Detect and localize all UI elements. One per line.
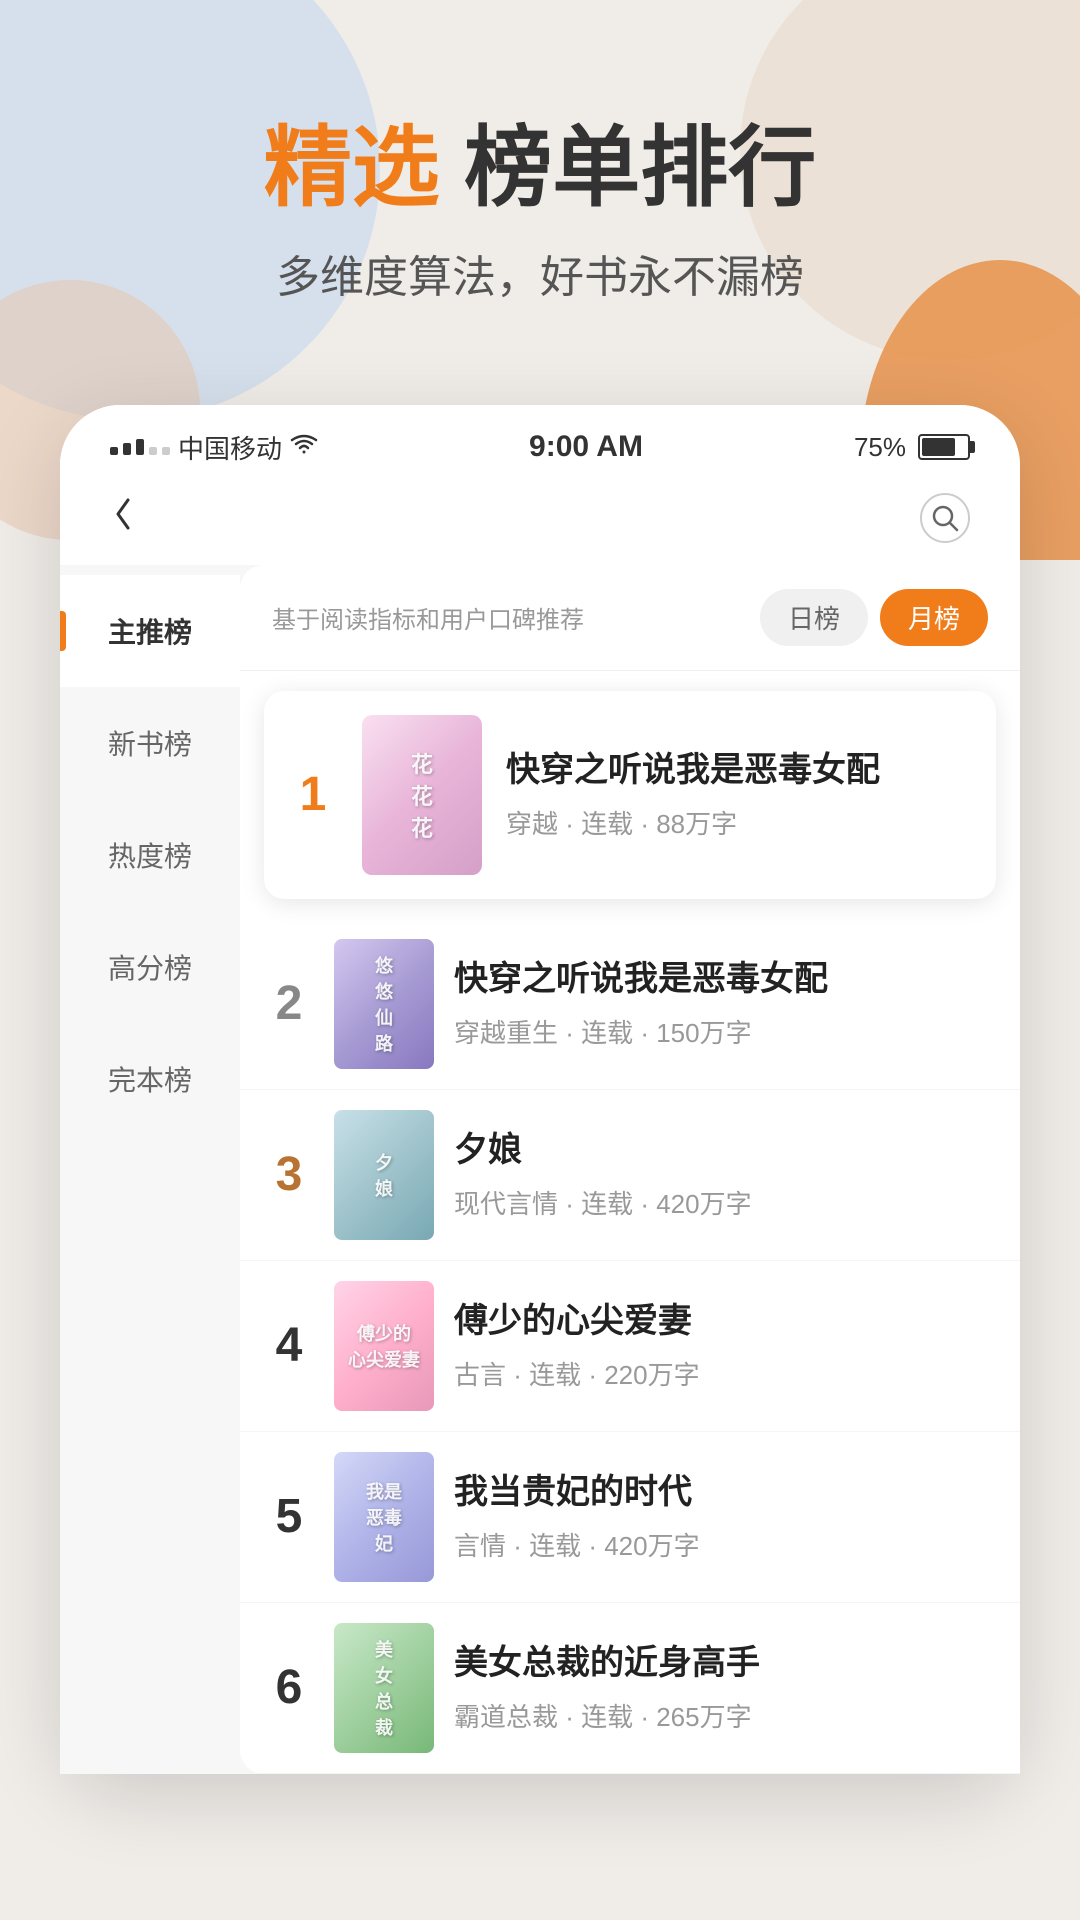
hero-title-normal: 榜单排行: [440, 118, 816, 217]
signal-dot-1: [110, 447, 118, 455]
book-title-2: 快穿之听说我是恶毒女配: [454, 957, 996, 1001]
book-info-4: 傅少的心尖爱妻 古言 · 连载 · 220万字: [454, 1299, 996, 1392]
sidebar: 主推榜 新书榜 热度榜 高分榜 完本榜: [60, 565, 240, 1774]
sidebar-label-new: 新书榜: [108, 729, 192, 760]
book-meta-2: 穿越重生 · 连载 · 150万字: [454, 1013, 996, 1050]
content-area: 主推榜 新书榜 热度榜 高分榜 完本榜 基于阅读指标和用户口碑推荐: [60, 565, 1020, 1774]
book-info-6: 美女总裁的近身高手 霸道总裁 · 连载 · 265万字: [454, 1641, 996, 1734]
wifi-icon: [290, 432, 318, 463]
sidebar-item-new[interactable]: 新书榜: [60, 687, 240, 799]
book-meta-5: 言情 · 连载 · 420万字: [454, 1526, 996, 1563]
sidebar-label-complete: 完本榜: [108, 1065, 192, 1096]
carrier-text: 中国移动: [178, 429, 282, 466]
sidebar-item-complete[interactable]: 完本榜: [60, 1023, 240, 1135]
rank-number-6: 6: [264, 1660, 314, 1715]
book-list-item-3[interactable]: 3 夕娘 夕娘 现代言情 · 连载 · 420万字: [240, 1090, 1020, 1261]
book-list-item-2[interactable]: 2 悠悠仙路 快穿之听说我是恶毒女配 穿越重生 · 连载 · 150万字: [240, 919, 1020, 1090]
signal-dots: [110, 439, 170, 455]
book-list-item-4[interactable]: 4 傅少的心尖爱妻 傅少的心尖爱妻 古言 · 连载 · 220万字: [240, 1261, 1020, 1432]
book-title-4: 傅少的心尖爱妻: [454, 1299, 996, 1343]
book-cover-4: 傅少的心尖爱妻: [334, 1281, 434, 1411]
sidebar-item-main[interactable]: 主推榜: [60, 575, 240, 687]
rank-number-2: 2: [264, 976, 314, 1031]
featured-book-title: 快穿之听说我是恶毒女配: [506, 748, 972, 792]
hero-title: 精选 榜单排行: [60, 120, 1020, 217]
battery-percent: 75%: [854, 432, 906, 463]
featured-book-info: 快穿之听说我是恶毒女配 穿越 · 连载 · 88万字: [506, 748, 972, 841]
signal-dot-4: [149, 447, 157, 455]
book-info-3: 夕娘 现代言情 · 连载 · 420万字: [454, 1128, 996, 1221]
main-content: 基于阅读指标和用户口碑推荐 日榜 月榜 1 花 花 花: [240, 565, 1020, 1774]
status-bar: 中国移动 9:00 AM 75%: [60, 405, 1020, 482]
back-button[interactable]: [110, 492, 138, 545]
tab-daily-label: 日榜: [788, 604, 840, 634]
sidebar-label-main: 主推榜: [108, 617, 192, 648]
cover-art-1: 花 花 花: [362, 715, 482, 875]
book-title-3: 夕娘: [454, 1128, 996, 1172]
hero-subtitle: 多维度算法，好书永不漏榜: [60, 241, 1020, 305]
tab-daily[interactable]: 日榜: [760, 589, 868, 646]
book-info-2: 快穿之听说我是恶毒女配 穿越重生 · 连载 · 150万字: [454, 957, 996, 1050]
book-list-item-6[interactable]: 6 美女总裁 美女总裁的近身高手 霸道总裁 · 连载 · 265万字: [240, 1603, 1020, 1774]
book-meta-6: 霸道总裁 · 连载 · 265万字: [454, 1697, 996, 1734]
battery-icon: [918, 434, 970, 460]
rank-number-3: 3: [264, 1147, 314, 1202]
filter-bar: 基于阅读指标和用户口碑推荐 日榜 月榜: [240, 565, 1020, 671]
book-list: 2 悠悠仙路 快穿之听说我是恶毒女配 穿越重生 · 连载 · 150万字 3 夕…: [240, 919, 1020, 1774]
signal-dot-3: [136, 439, 144, 455]
book-meta-4: 古言 · 连载 · 220万字: [454, 1355, 996, 1392]
book-title-6: 美女总裁的近身高手: [454, 1641, 996, 1685]
filter-tabs: 日榜 月榜: [760, 589, 988, 646]
phone-mockup: 中国移动 9:00 AM 75%: [60, 405, 1020, 1774]
sidebar-label-hot: 热度榜: [108, 841, 192, 872]
tab-monthly[interactable]: 月榜: [880, 589, 988, 646]
book-list-item-5[interactable]: 5 我是恶毒妃 我当贵妃的时代 言情 · 连载 · 420万字: [240, 1432, 1020, 1603]
hero-title-highlight: 精选: [264, 118, 440, 217]
signal-dot-2: [123, 443, 131, 455]
rank-number-1: 1: [288, 767, 338, 822]
featured-book-card[interactable]: 1 花 花 花 快穿之听说我是恶毒女配 穿越 · 连载 · 88万字: [264, 691, 996, 899]
rank-number-5: 5: [264, 1489, 314, 1544]
featured-book-meta: 穿越 · 连载 · 88万字: [506, 804, 972, 841]
book-cover-5: 我是恶毒妃: [334, 1452, 434, 1582]
tab-monthly-label: 月榜: [908, 604, 960, 634]
book-title-5: 我当贵妃的时代: [454, 1470, 996, 1514]
rank-number-4: 4: [264, 1318, 314, 1373]
status-time: 9:00 AM: [529, 430, 643, 464]
book-cover-2: 悠悠仙路: [334, 939, 434, 1069]
book-cover-3: 夕娘: [334, 1110, 434, 1240]
nav-bar: [60, 482, 1020, 565]
sidebar-item-hot[interactable]: 热度榜: [60, 799, 240, 911]
status-right: 75%: [854, 432, 970, 463]
book-info-5: 我当贵妃的时代 言情 · 连载 · 420万字: [454, 1470, 996, 1563]
battery-fill: [922, 438, 955, 456]
book-meta-3: 现代言情 · 连载 · 420万字: [454, 1184, 996, 1221]
search-button[interactable]: [920, 493, 970, 543]
status-signal: 中国移动: [110, 429, 318, 466]
signal-dot-5: [162, 447, 170, 455]
sidebar-item-score[interactable]: 高分榜: [60, 911, 240, 1023]
book-cover-6: 美女总裁: [334, 1623, 434, 1753]
sidebar-label-score: 高分榜: [108, 953, 192, 984]
book-cover-1: 花 花 花: [362, 715, 482, 875]
filter-description: 基于阅读指标和用户口碑推荐: [272, 600, 760, 635]
hero-section: 精选 榜单排行 多维度算法，好书永不漏榜: [0, 0, 1080, 365]
